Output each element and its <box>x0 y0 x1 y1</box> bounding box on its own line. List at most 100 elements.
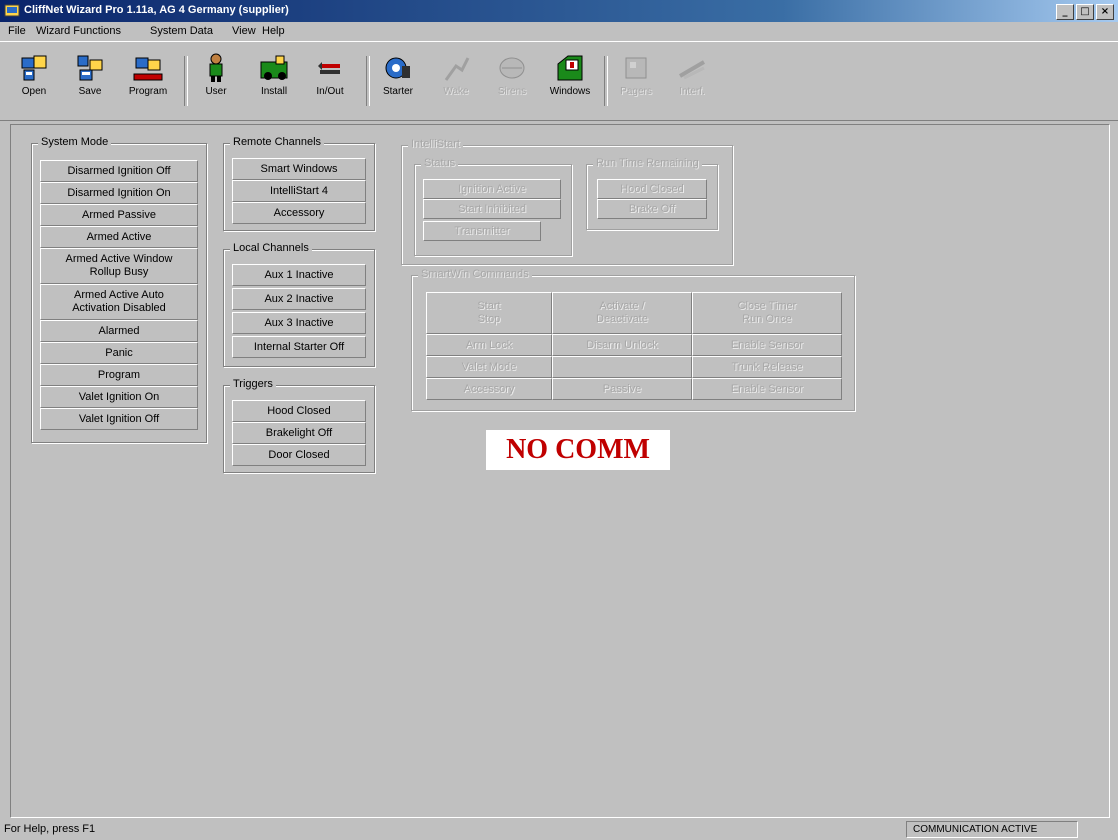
windows-button[interactable]: Windows <box>546 52 594 112</box>
intellistart-status-title: Status <box>421 157 459 169</box>
smartwin-command-button[interactable]: Disarm Unlock <box>552 334 692 356</box>
smartwin-command-button[interactable]: Arm Lock <box>426 334 552 356</box>
remote-channels-group: Remote Channels Smart Windows IntelliSta… <box>223 136 375 231</box>
in-out-icon <box>318 62 340 74</box>
system-mode-indicator: Armed Active Window Rollup Busy <box>40 248 198 284</box>
triggers-group: Triggers Hood Closed Brakelight Off Door… <box>223 378 375 473</box>
triggers-title: Triggers <box>230 378 276 390</box>
intellistart-group: IntelliStart Status Ignition Active Star… <box>401 138 733 265</box>
open-button[interactable]: Open <box>10 52 58 112</box>
local-channel-indicator: Internal Starter Off <box>232 336 366 358</box>
smartwin-command-button[interactable]: Valet Mode <box>426 356 552 378</box>
toolbar-separator <box>366 56 370 106</box>
toolbar-separator <box>184 56 188 106</box>
smartwin-command-button[interactable]: Enable Sensor <box>692 334 842 356</box>
interface-icon <box>678 60 706 80</box>
system-mode-indicator: Alarmed <box>40 320 198 342</box>
smartwin-command-button[interactable]: Activate / Deactivate <box>552 292 692 334</box>
intellistart-title: IntelliStart <box>408 138 463 150</box>
title-bar: CliffNet Wizard Pro 1.11a, AG 4 Germany … <box>0 0 1118 22</box>
window-title: CliffNet Wizard Pro 1.11a, AG 4 Germany … <box>24 4 289 16</box>
smartwin-command-button[interactable] <box>552 356 692 378</box>
intellistart-status-group: Status Ignition Active Start Inhibited T… <box>414 157 572 256</box>
local-channels-title: Local Channels <box>230 242 312 254</box>
interface-button[interactable]: Interf. <box>668 52 716 112</box>
minimize-button[interactable]: _ <box>1056 4 1074 20</box>
install-button[interactable]: Install <box>250 52 298 112</box>
system-mode-indicator: Program <box>40 364 198 386</box>
wake-label: Wake <box>443 86 469 97</box>
status-help-text: For Help, press F1 <box>4 823 96 835</box>
toolbar: Open Save Program User Install In/Out St… <box>0 41 1118 121</box>
install-label: Install <box>260 86 288 97</box>
in-out-label: In/Out <box>316 86 344 97</box>
user-button[interactable]: User <box>192 52 240 112</box>
smartwin-command-button[interactable]: Enable Sensor <box>692 378 842 400</box>
wake-button[interactable]: Wake <box>432 52 480 112</box>
system-mode-indicator: Armed Active Auto Activation Disabled <box>40 284 198 320</box>
run-time-title: Run Time Remaining <box>593 157 702 169</box>
interface-label: Interf. <box>679 86 705 97</box>
smartwin-command-button[interactable]: Start Stop <box>426 292 552 334</box>
starter-label: Starter <box>382 86 413 97</box>
status-bar: For Help, press F1 COMMUNICATION ACTIVE <box>0 818 1118 840</box>
local-channel-indicator: Aux 3 Inactive <box>232 312 366 334</box>
starter-button[interactable]: Starter <box>374 52 422 112</box>
app-icon <box>4 4 20 17</box>
maximize-button[interactable]: □ <box>1076 4 1094 20</box>
pagers-button[interactable]: Pagers <box>612 52 660 112</box>
system-mode-title: System Mode <box>38 136 112 148</box>
smartwin-command-button[interactable]: Accessory <box>426 378 552 400</box>
system-mode-indicator: Disarmed Ignition On <box>40 182 198 204</box>
windows-icon <box>557 55 583 81</box>
install-icon <box>260 55 288 80</box>
save-label: Save <box>78 86 102 97</box>
system-mode-indicator: Disarmed Ignition Off <box>40 160 198 182</box>
remote-channel-indicator: Smart Windows <box>232 158 366 180</box>
close-button[interactable]: × <box>1096 4 1114 20</box>
trigger-indicator: Door Closed <box>232 444 366 466</box>
menu-file[interactable]: File <box>8 25 26 37</box>
remote-channel-indicator: IntelliStart 4 <box>232 180 366 202</box>
save-button[interactable]: Save <box>66 52 114 112</box>
run-time-indicator: Brake Off <box>597 199 707 219</box>
program-icon <box>133 57 163 81</box>
user-label: User <box>205 86 227 97</box>
smartwin-command-button[interactable]: Trunk Release <box>692 356 842 378</box>
main-panel: System Mode Disarmed Ignition Off Disarm… <box>10 124 1110 818</box>
remote-channels-title: Remote Channels <box>230 136 325 148</box>
menu-help[interactable]: Help <box>262 25 285 37</box>
menu-wizard-functions[interactable]: Wizard Functions <box>36 25 121 37</box>
trigger-indicator: Hood Closed <box>232 400 366 422</box>
open-label: Open <box>21 86 47 97</box>
remote-channel-indicator: Accessory <box>232 202 366 224</box>
system-mode-group: System Mode Disarmed Ignition Off Disarm… <box>31 136 207 443</box>
communication-status: COMMUNICATION ACTIVE <box>906 821 1078 838</box>
local-channel-indicator: Aux 2 Inactive <box>232 288 366 310</box>
menu-system-data[interactable]: System Data <box>150 25 213 37</box>
in-out-button[interactable]: In/Out <box>306 52 354 112</box>
starter-icon <box>385 57 410 79</box>
smartwin-command-button[interactable]: Passive <box>552 378 692 400</box>
sirens-button[interactable]: Sirens <box>488 52 536 112</box>
intellistart-status-indicator: Ignition Active <box>423 179 561 199</box>
program-button[interactable]: Program <box>124 52 172 112</box>
user-icon <box>209 53 223 82</box>
smartwin-command-button[interactable]: Close Timer Run Once <box>692 292 842 334</box>
intellistart-status-indicator: Transmitter <box>423 221 541 241</box>
menu-bar: File Wizard Functions System Data View H… <box>0 22 1118 40</box>
run-time-indicator: Hood Closed <box>597 179 707 199</box>
save-icon <box>77 55 103 81</box>
system-mode-indicator: Panic <box>40 342 198 364</box>
system-mode-indicator: Valet Ignition On <box>40 386 198 408</box>
sirens-label: Sirens <box>497 86 527 97</box>
local-channel-indicator: Aux 1 Inactive <box>232 264 366 286</box>
smartwin-commands-group: SmartWin Commands Start Stop Activate / … <box>411 268 855 411</box>
windows-label: Windows <box>549 86 591 97</box>
pagers-label: Pagers <box>620 86 652 97</box>
toolbar-separator <box>604 56 608 106</box>
wake-icon <box>444 57 470 81</box>
pagers-icon <box>625 57 647 79</box>
menu-view[interactable]: View <box>232 25 256 37</box>
system-mode-indicator: Armed Passive <box>40 204 198 226</box>
